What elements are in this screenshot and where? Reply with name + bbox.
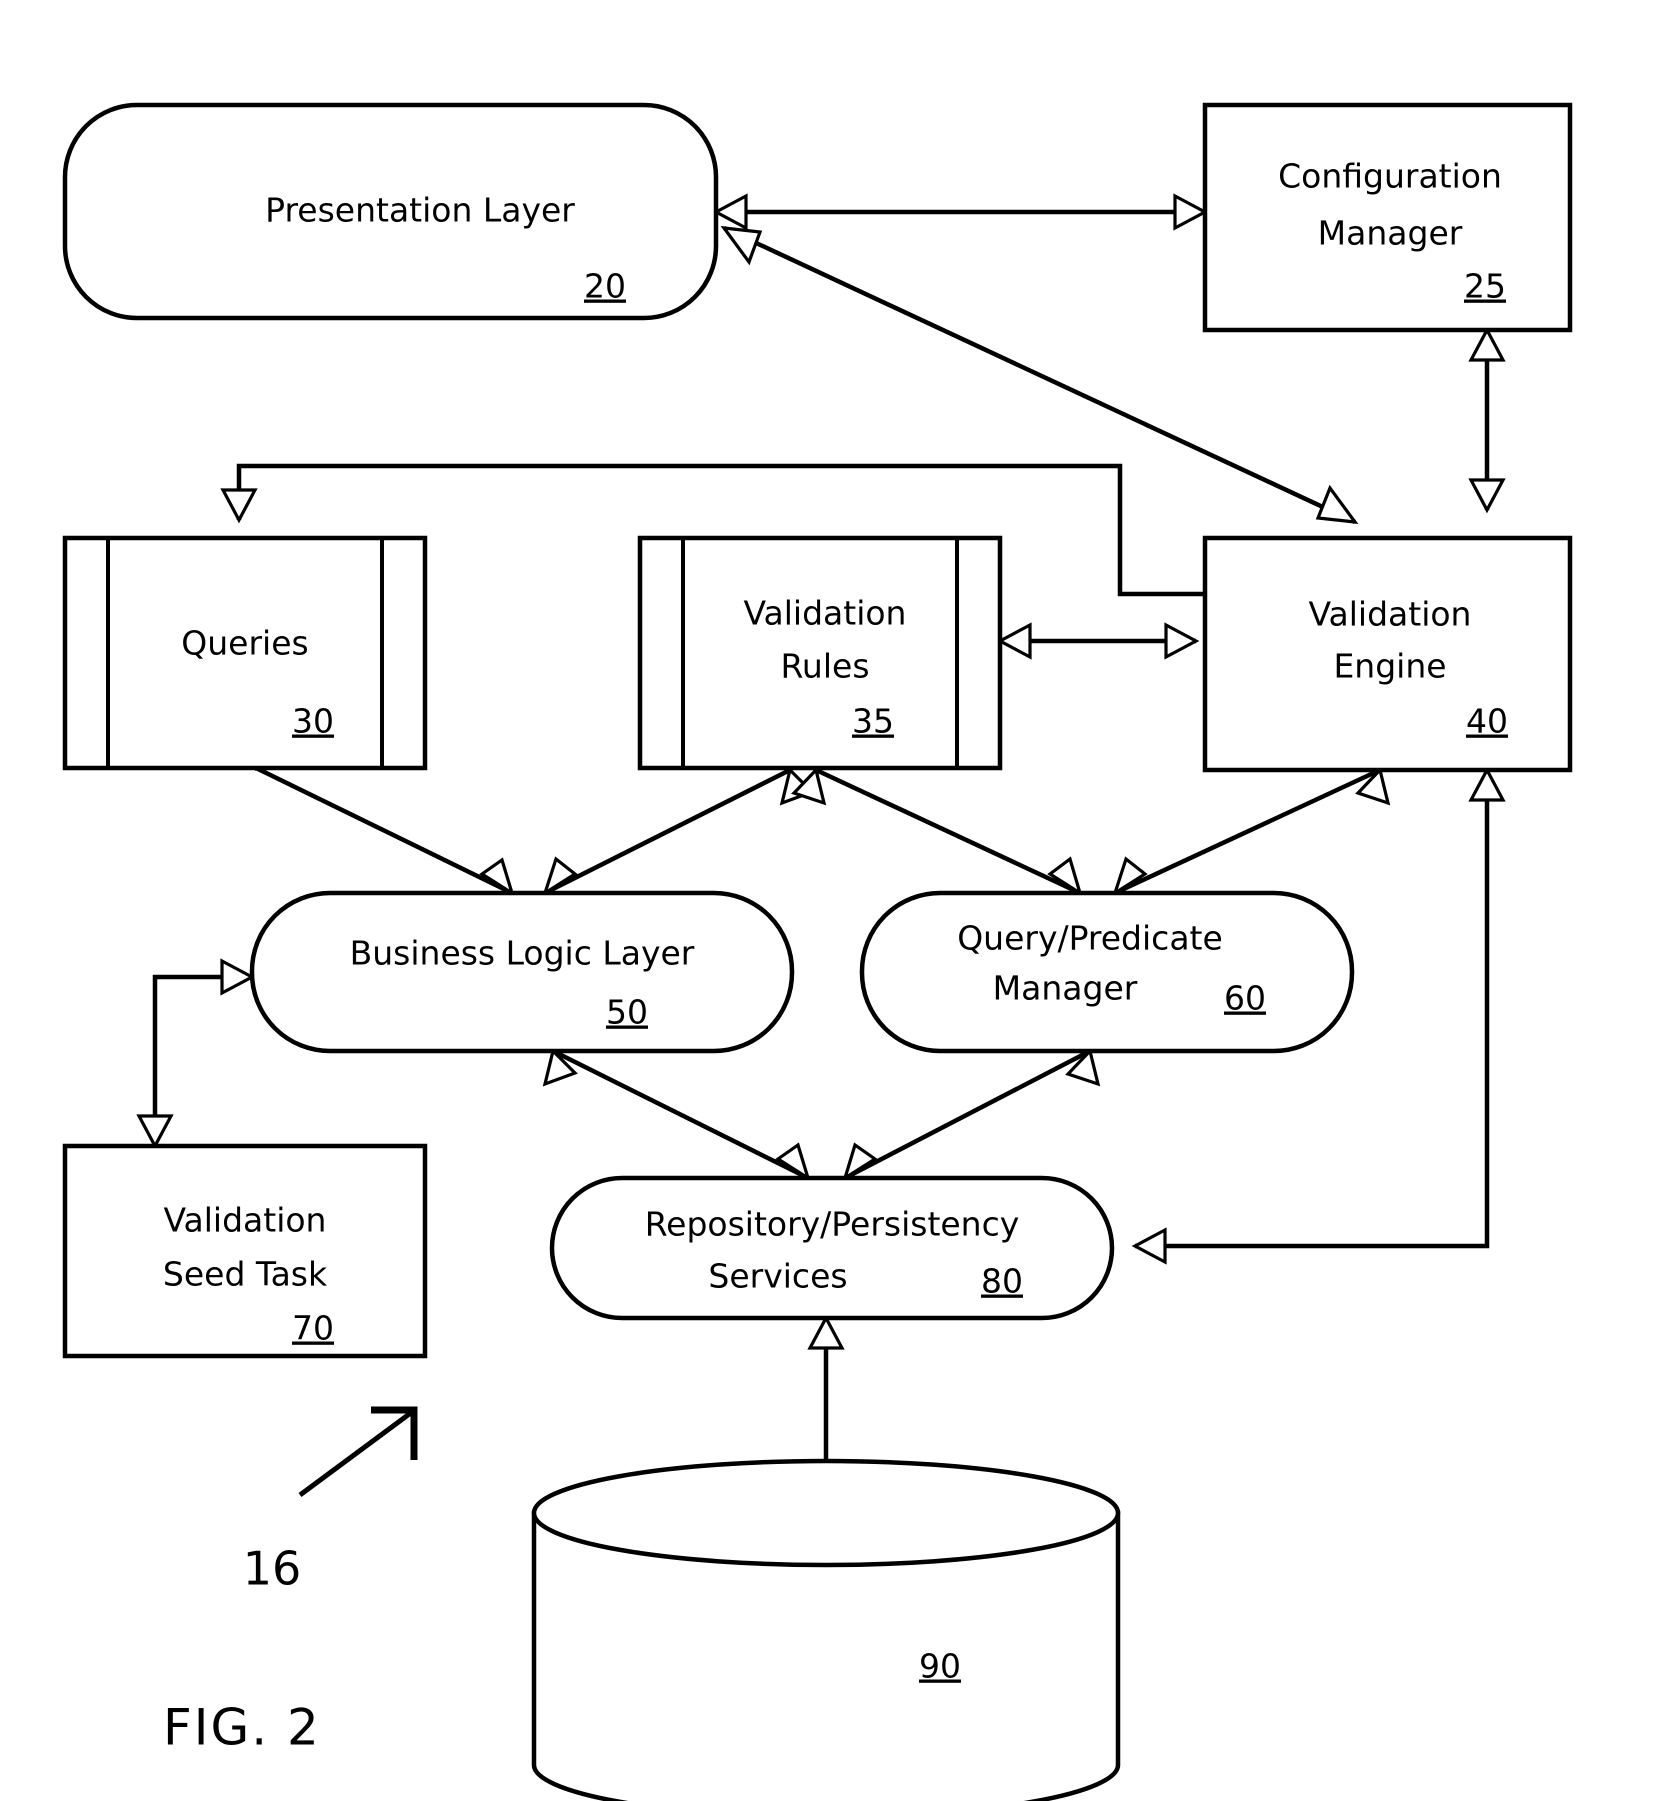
business-logic-layer-number: 50 <box>606 993 648 1032</box>
connector-queries-to-business-logic <box>255 765 513 896</box>
arrowhead-into-validation-seed-task <box>136 1114 174 1150</box>
system-reference-16: 16 <box>243 1542 302 1596</box>
arrowhead-into-validation-engine-from-presentation <box>1315 484 1359 524</box>
arrowhead-into-queries <box>220 488 258 524</box>
validation-rules-number: 35 <box>852 702 894 741</box>
query-predicate-manager-label-line1: Query/Predicate <box>957 919 1223 958</box>
figure-caption: FIG. 2 <box>163 1699 321 1757</box>
presentation-layer-number: 20 <box>584 267 626 306</box>
validation-rules-label-line2: Rules <box>780 647 869 686</box>
repository-persistency-services-shape <box>549 1175 1115 1321</box>
configuration-manager-number: 25 <box>1464 267 1506 306</box>
node-configuration-manager[interactable]: Configuration Manager 25 <box>1202 102 1573 333</box>
arrowhead-into-repository-from-validation-engine <box>1131 1227 1167 1265</box>
patent-diagram: Presentation Layer 20 Configuration Mana… <box>62 102 1573 1801</box>
repository-label-line2: Services <box>708 1257 847 1296</box>
arrowhead-into-repository-from-database <box>807 1314 845 1350</box>
connector-query-predicate-to-repository <box>843 1049 1092 1180</box>
connector-business-logic-to-repository <box>551 1048 810 1181</box>
validation-seed-task-shape <box>62 1143 428 1359</box>
queries-label: Queries <box>181 624 308 663</box>
validation-engine-label-line1: Validation <box>1309 595 1472 634</box>
node-queries[interactable]: Queries 30 <box>62 535 428 771</box>
reference-leader-16 <box>298 1409 414 1498</box>
validation-seed-task-number: 70 <box>292 1309 334 1348</box>
presentation-layer-label: Presentation Layer <box>265 191 575 230</box>
arrowhead-into-validation-engine-from-repository <box>1468 766 1506 802</box>
validation-engine-number: 40 <box>1466 702 1508 741</box>
node-validation-rules[interactable]: Validation Rules 35 <box>637 535 1003 771</box>
query-predicate-manager-label-line2: Manager <box>993 969 1138 1008</box>
node-repository-persistency-services[interactable]: Repository/Persistency Services 80 <box>549 1175 1115 1321</box>
repository-label-line1: Repository/Persistency <box>645 1205 1020 1244</box>
repository-number: 80 <box>981 1262 1023 1301</box>
arrowhead-into-business-logic-from-seed-task <box>220 958 256 996</box>
validation-engine-label-line2: Engine <box>1333 647 1446 686</box>
arrowhead-into-presentation-layer-from-configuration <box>712 193 748 231</box>
figure-canvas: Presentation Layer 20 Configuration Mana… <box>0 0 1655 1801</box>
query-predicate-manager-number: 60 <box>1224 979 1266 1018</box>
business-logic-layer-label: Business Logic Layer <box>350 934 695 973</box>
connector-validation-rules-to-business-logic <box>543 767 792 896</box>
connector-validation-rules-to-query-predicate <box>815 767 1081 896</box>
node-query-predicate-manager[interactable]: Query/Predicate Manager 60 <box>859 890 1355 1054</box>
validation-seed-task-label-line1: Validation <box>164 1201 327 1240</box>
node-validation-engine[interactable]: Validation Engine 40 <box>1202 535 1573 773</box>
arrowhead-into-validation-engine-from-rules <box>1164 622 1200 660</box>
node-validation-seed-task[interactable]: Validation Seed Task 70 <box>62 1143 428 1359</box>
configuration-manager-label-line1: Configuration <box>1278 157 1502 196</box>
database-cylinder-top <box>531 1458 1121 1568</box>
arrowhead-into-business-logic-from-repository <box>542 1047 578 1087</box>
arrowhead-into-repository-from-business-logic <box>775 1142 811 1182</box>
node-business-logic-layer[interactable]: Business Logic Layer 50 <box>249 890 795 1054</box>
configuration-manager-label-line2: Manager <box>1318 214 1463 253</box>
arrowhead-into-validation-rules-from-engine <box>996 622 1032 660</box>
connector-validation-engine-to-query-predicate <box>1114 767 1381 896</box>
arrowhead-into-repository-from-query-predicate <box>842 1142 878 1182</box>
arrowhead-into-presentation-layer-from-validation-engine <box>720 226 763 266</box>
database-number: 90 <box>919 1647 961 1686</box>
node-database[interactable]: 90 <box>531 1458 1121 1801</box>
arrowhead-into-validation-engine-from-configuration <box>1468 478 1506 514</box>
arrowhead-into-configuration-manager <box>1173 193 1209 231</box>
node-presentation-layer[interactable]: Presentation Layer 20 <box>62 102 719 321</box>
queries-number: 30 <box>292 702 334 741</box>
arrowhead-into-configuration-manager-from-engine <box>1468 326 1506 362</box>
validation-seed-task-label-line2: Seed Task <box>163 1255 328 1294</box>
validation-rules-label-line1: Validation <box>744 594 907 633</box>
